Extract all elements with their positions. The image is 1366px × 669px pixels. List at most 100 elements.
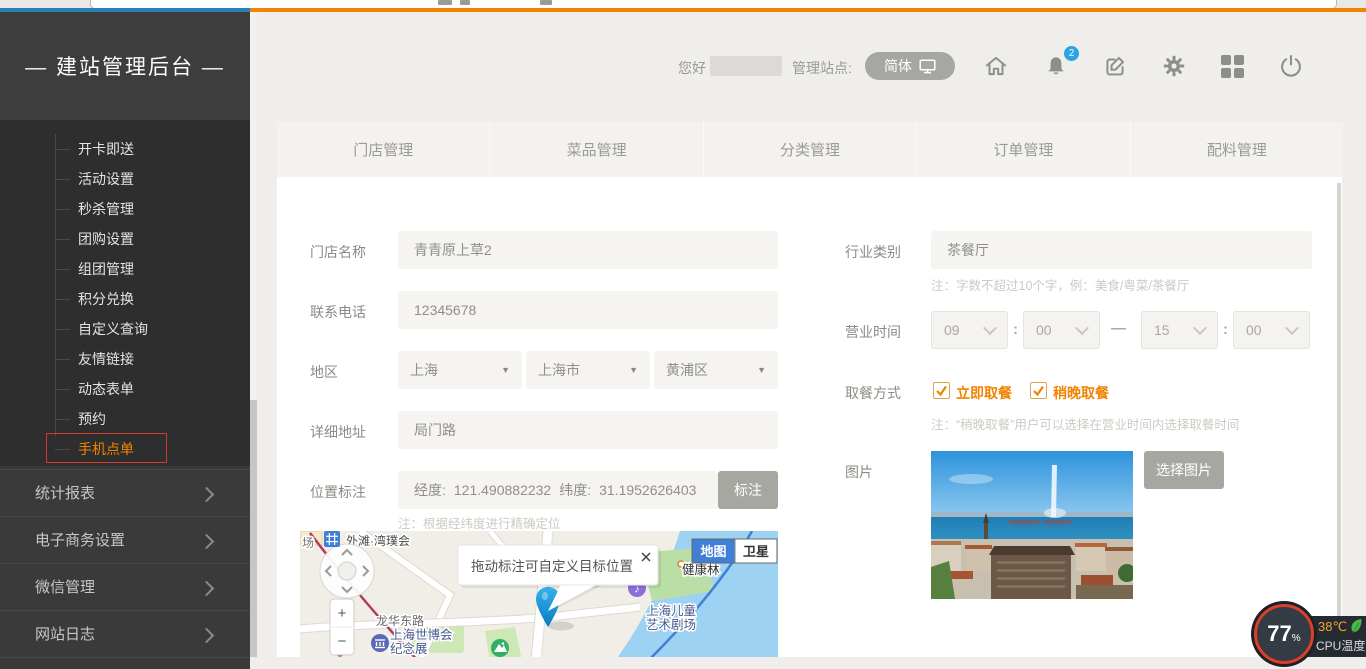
gear-icon (1161, 53, 1187, 79)
photo-poi-icon (491, 639, 509, 657)
hours-separator: — (1111, 320, 1126, 337)
sidebar-item-team[interactable]: 组团管理 (0, 254, 250, 284)
sidebar-item-custom-query[interactable]: 自定义查询 (0, 314, 250, 344)
sidebar-section-wechat[interactable]: 微信管理 (0, 563, 250, 611)
tab-order-management[interactable]: 订单管理 (917, 122, 1130, 177)
check-icon (1032, 384, 1045, 397)
tab-bar: 门店管理 菜品管理 分类管理 订单管理 配料管理 (277, 122, 1343, 177)
sidebar-item-seckill[interactable]: 秒杀管理 (0, 194, 250, 224)
district-select[interactable]: 黄浦区▼ (654, 351, 778, 389)
store-name-input[interactable]: 青青原上草2 (398, 231, 778, 269)
pickup-now-label[interactable]: 立即取餐 (956, 383, 1012, 403)
industry-note: 注：字数不超过10个字，例：美食/粤菜/茶餐厅 (931, 275, 1189, 294)
top-accent-orange (250, 8, 1366, 12)
open-minute-select[interactable]: 00 (1023, 311, 1100, 349)
sidebar-title: — 建站管理后台 — (0, 12, 250, 120)
zoom-in-button[interactable]: + (338, 605, 347, 622)
museum-poi-icon (371, 634, 389, 652)
manage-site-label: 管理站点: (792, 58, 852, 78)
sidebar-section-ecommerce[interactable]: 电子商务设置 (0, 516, 250, 564)
map-zoom-control[interactable]: + − (330, 599, 354, 655)
tab-category-management[interactable]: 分类管理 (704, 122, 917, 177)
pickup-later-checkbox[interactable] (1030, 382, 1047, 399)
pickup-label: 取餐方式 (845, 383, 901, 403)
settings-button[interactable] (1160, 52, 1188, 80)
cpu-percent-value: 77 (1267, 607, 1291, 661)
sidebar-item-dynamic-form[interactable]: 动态表单 (0, 374, 250, 404)
close-hour-select[interactable]: 15 (1141, 311, 1218, 349)
sidebar-item-points[interactable]: 积分兑换 (0, 284, 250, 314)
sidebar-item-links[interactable]: 友情链接 (0, 344, 250, 374)
satellite-mode-label: 卫星 (743, 544, 769, 559)
power-icon (1278, 53, 1304, 79)
sidebar-item-groupbuy[interactable]: 团购设置 (0, 224, 250, 254)
city-select[interactable]: 上海市▼ (526, 351, 650, 389)
close-minute-select[interactable]: 00 (1233, 311, 1310, 349)
sidebar-submenu: 开卡即送 活动设置 秒杀管理 团购设置 组团管理 积分兑换 自定义查询 友情链接… (0, 120, 250, 466)
sidebar-section-reports[interactable]: 统计报表 (0, 469, 250, 517)
page-root: { "sidebar": { "title": "— 建站管理后台 —", "s… (0, 0, 1366, 657)
panel-scrollbar[interactable] (1337, 183, 1341, 657)
location-label: 位置标注 (310, 482, 366, 502)
check-icon (935, 384, 948, 397)
divider (0, 657, 250, 658)
tab-dish-management[interactable]: 菜品管理 (490, 122, 703, 177)
sidebar-item-booking[interactable]: 预约 (0, 404, 250, 434)
grid-icon (1221, 55, 1244, 78)
time-colon: : (1223, 321, 1228, 338)
addressbar-text-fragment (438, 0, 452, 5)
map-label: 艺术剧场 (646, 618, 696, 632)
pickup-now-checkbox[interactable] (933, 382, 950, 399)
chevron-down-icon (1193, 321, 1207, 335)
coordinates-input[interactable]: 经度: 121.490882232 纬度: 31.1952626403 (398, 471, 718, 509)
tab-store-management[interactable]: 门店管理 (277, 122, 490, 177)
location-note: 注：根据经纬度进行精确定位 (398, 513, 561, 532)
image-label: 图片 (845, 462, 873, 482)
map-north-badge-icon (324, 531, 340, 547)
map-label: 龙华东路 (376, 613, 424, 628)
map-widget[interactable]: ♪ 场 外滩·湾璞会 龙华东路 上海世博会 纪念展 健康林 上海儿童 艺术剧场 … (300, 531, 778, 657)
logout-button[interactable] (1277, 52, 1305, 80)
sidebar-item-activity[interactable]: 活动设置 (0, 164, 250, 194)
sidebar-section-logs[interactable]: 网站日志 (0, 610, 250, 658)
region-label: 地区 (310, 362, 338, 382)
pickup-later-label[interactable]: 稍晚取餐 (1053, 383, 1109, 403)
industry-input[interactable]: 茶餐厅 (931, 231, 1312, 269)
open-hour-select[interactable]: 09 (931, 311, 1008, 349)
store-name-label: 门店名称 (310, 242, 366, 262)
sidebar: — 建站管理后台 — 开卡即送 活动设置 秒杀管理 团购设置 组团管理 积分兑换… (0, 12, 250, 657)
cpu-percent-sign: % (1292, 633, 1301, 644)
dropdown-arrow-icon: ▼ (757, 365, 766, 375)
longitude-label: 经度: (414, 480, 446, 500)
cpu-temperature-caption: CPU温度 (1316, 637, 1365, 654)
hours-label: 营业时间 (845, 322, 901, 342)
chevron-right-icon (199, 581, 215, 597)
tab-ingredient-management[interactable]: 配料管理 (1131, 122, 1343, 177)
choose-image-button[interactable]: 选择图片 (1144, 451, 1224, 489)
map-label: 上海世博会 (390, 627, 453, 642)
longitude-value: 121.490882232 (454, 482, 551, 498)
map-pan-control[interactable] (320, 544, 374, 598)
apps-button[interactable] (1218, 52, 1246, 80)
cpu-temperature-value: 38℃ (1318, 619, 1347, 635)
latitude-value: 31.1952626403 (599, 482, 696, 498)
phone-input[interactable]: 12345678 (398, 291, 778, 329)
latitude-label: 纬度: (559, 480, 591, 500)
sidebar-scrollbar-thumb[interactable] (250, 400, 257, 657)
map-label: 上海儿童 (646, 603, 696, 618)
edit-button[interactable] (1101, 52, 1129, 80)
chevron-right-icon (199, 628, 215, 644)
home-button[interactable] (982, 52, 1010, 80)
province-select[interactable]: 上海▼ (398, 351, 522, 389)
language-pill-button[interactable]: 简体 (865, 52, 955, 80)
store-photo-thumbnail (931, 451, 1133, 599)
chevron-down-icon (1075, 321, 1089, 335)
cpu-usage-gauge[interactable]: 77 % (1254, 604, 1314, 664)
mark-location-button[interactable]: 标注 (718, 471, 778, 509)
greeting-text: 您好 (678, 58, 706, 78)
address-input[interactable]: 局门路 (398, 411, 778, 449)
sidebar-item-card-gift[interactable]: 开卡即送 (0, 134, 250, 164)
home-icon (983, 53, 1009, 79)
dropdown-arrow-icon: ▼ (501, 365, 510, 375)
zoom-out-button[interactable]: − (338, 633, 347, 650)
